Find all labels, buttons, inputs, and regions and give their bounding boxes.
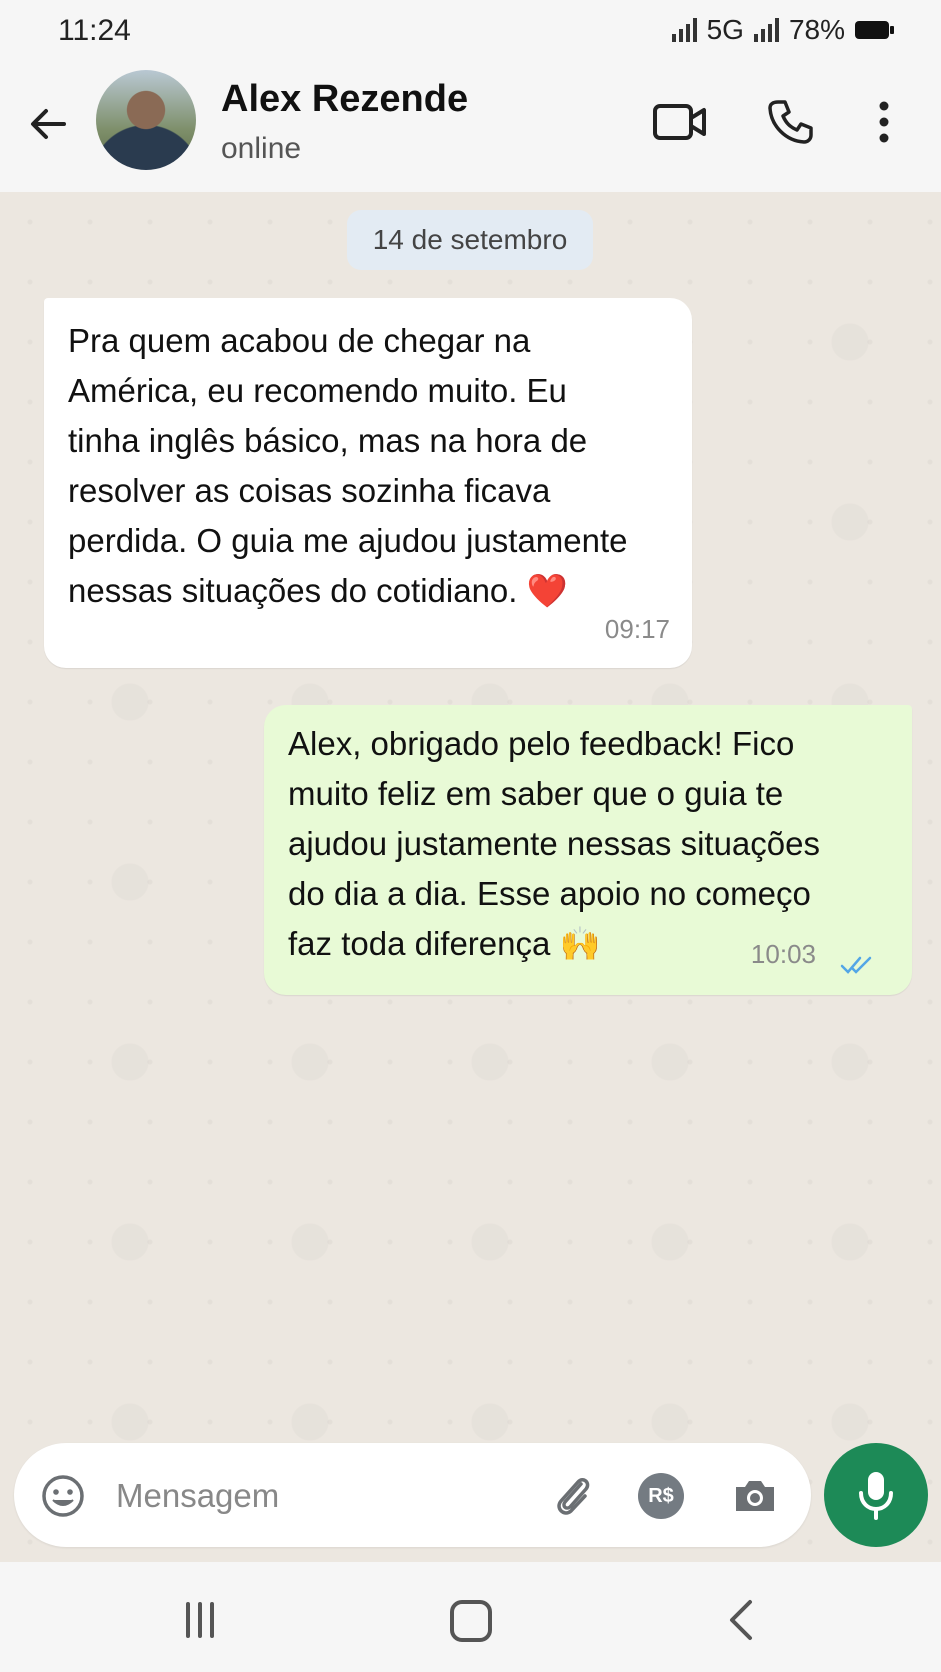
camera-icon[interactable] (730, 1471, 780, 1521)
contact-status: online (221, 132, 302, 165)
phone-icon (768, 100, 813, 144)
payment-button[interactable]: R$ (638, 1473, 684, 1519)
more-options-button[interactable] (864, 92, 904, 152)
network-type: 5G (706, 14, 744, 45)
back-arrow-icon[interactable] (24, 100, 72, 148)
status-indicators: 5G 78% (671, 14, 894, 46)
system-nav-bar (0, 1562, 941, 1672)
voice-message-button[interactable] (824, 1443, 928, 1547)
video-camera-icon (653, 104, 706, 140)
message-time: 10:03 (750, 939, 816, 969)
microphone-icon (859, 1472, 893, 1520)
status-time: 11:24 (58, 14, 131, 47)
paperclip-icon[interactable] (548, 1471, 598, 1521)
incoming-message[interactable]: Pra quem acabou de chegar na América, eu… (44, 298, 692, 668)
signal-icon (671, 18, 697, 42)
read-ticks-icon (840, 956, 872, 974)
avatar[interactable] (96, 70, 196, 170)
outgoing-message[interactable]: Alex, obrigado pelo feedback! Fico muito… (264, 705, 912, 995)
message-input[interactable] (114, 1467, 518, 1525)
battery-percent: 78% (788, 14, 845, 45)
home-button[interactable] (450, 1600, 492, 1642)
recent-apps-icon[interactable] (180, 1600, 220, 1640)
more-vertical-icon (879, 101, 889, 143)
chat-header: Alex Rezende online (0, 62, 941, 193)
message-time: 09:17 (604, 614, 670, 644)
message-text: Pra quem acabou de chegar na América, eu… (68, 322, 628, 609)
status-bar: 11:24 5G 78% (0, 0, 941, 62)
system-back-icon[interactable] (726, 1598, 756, 1642)
date-divider: 14 de setembro (347, 210, 593, 270)
contact-name[interactable]: Alex Rezende (221, 78, 468, 121)
message-composer: R$ (14, 1443, 811, 1547)
emoji-icon[interactable] (40, 1473, 86, 1519)
voice-call-button[interactable] (760, 92, 820, 152)
video-call-button[interactable] (650, 92, 710, 152)
battery-icon (855, 21, 894, 39)
chat-area[interactable]: 14 de setembro Pra quem acabou de chegar… (0, 192, 941, 1562)
signal-icon-2 (753, 18, 779, 42)
